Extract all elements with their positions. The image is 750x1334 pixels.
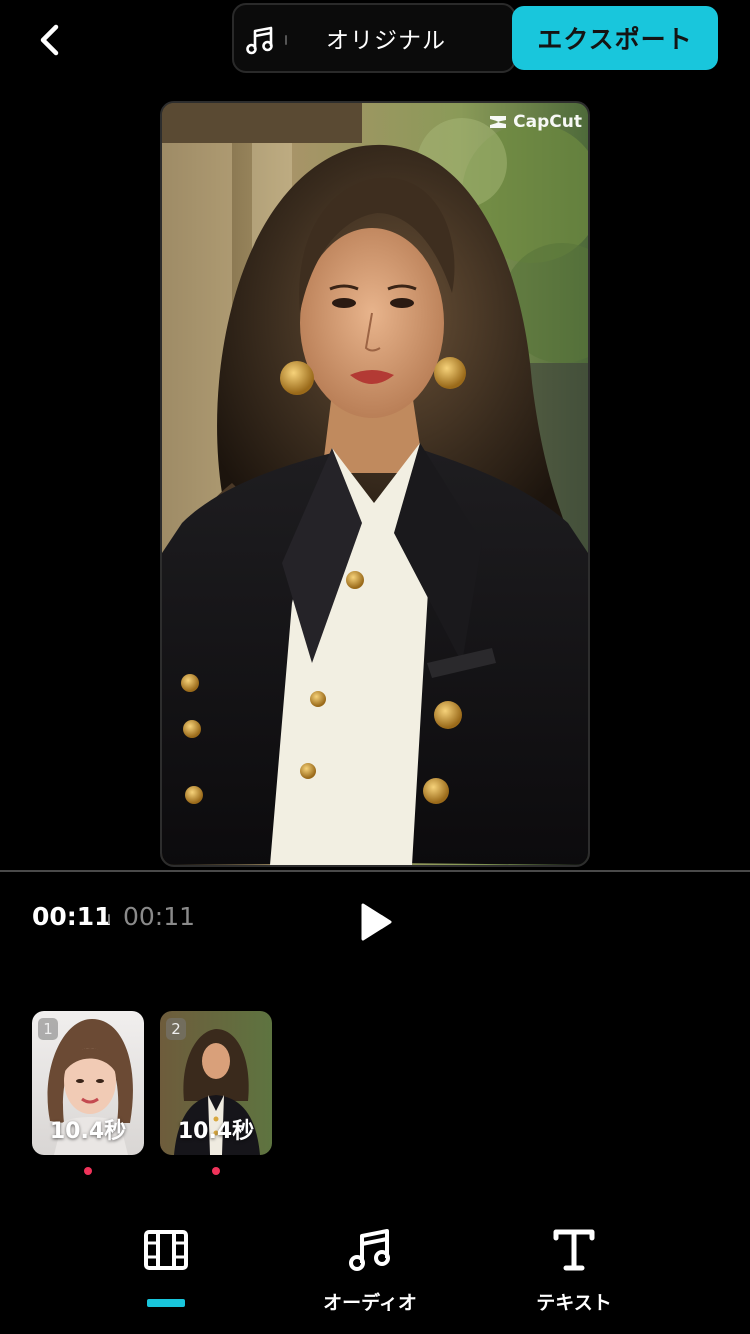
clip-1-duration: 10.4秒 bbox=[49, 1119, 127, 1144]
text-icon bbox=[550, 1226, 598, 1274]
clip-thumbnail-1[interactable]: 1 10.4秒 bbox=[32, 1011, 144, 1155]
play-button[interactable] bbox=[352, 898, 400, 946]
clip-2-marker-dot bbox=[212, 1167, 220, 1175]
play-icon bbox=[361, 903, 392, 941]
music-note-icon bbox=[246, 26, 273, 55]
nav-video-tab[interactable] bbox=[96, 1226, 236, 1326]
capcut-logo-icon bbox=[490, 116, 507, 128]
audio-track-selector[interactable]: オリジナル bbox=[232, 3, 516, 73]
active-tab-indicator bbox=[147, 1299, 185, 1307]
video-preview[interactable]: CapCut bbox=[160, 101, 590, 867]
clip-thumbnail-2[interactable]: 2 10.4秒 bbox=[160, 1011, 272, 1155]
clip-2-duration: 10.4秒 bbox=[177, 1119, 255, 1144]
watermark-text: CapCut bbox=[513, 112, 582, 132]
back-button[interactable] bbox=[28, 18, 72, 62]
audio-track-label: オリジナル bbox=[326, 28, 446, 54]
nav-audio-label: オーディオ bbox=[323, 1292, 417, 1314]
film-icon bbox=[142, 1226, 190, 1274]
time-separator bbox=[108, 914, 110, 924]
nav-text-label: テキスト bbox=[536, 1292, 612, 1314]
music-note-icon bbox=[346, 1226, 394, 1274]
nav-audio-tab[interactable]: オーディオ bbox=[300, 1226, 440, 1326]
clip-1-index: 1 bbox=[38, 1018, 58, 1040]
total-time: 00:11 bbox=[123, 902, 196, 931]
timeline-divider bbox=[0, 870, 750, 872]
chevron-left-icon bbox=[40, 24, 59, 56]
preview-image bbox=[162, 103, 588, 865]
clip-2-index: 2 bbox=[166, 1018, 186, 1040]
export-button[interactable]: エクスポート bbox=[512, 6, 718, 70]
nav-text-tab[interactable]: テキスト bbox=[504, 1226, 644, 1326]
pill-divider bbox=[285, 35, 287, 45]
capcut-watermark: CapCut bbox=[488, 112, 582, 132]
clip-1-marker-dot bbox=[84, 1167, 92, 1175]
current-time: 00:11 bbox=[32, 902, 112, 931]
